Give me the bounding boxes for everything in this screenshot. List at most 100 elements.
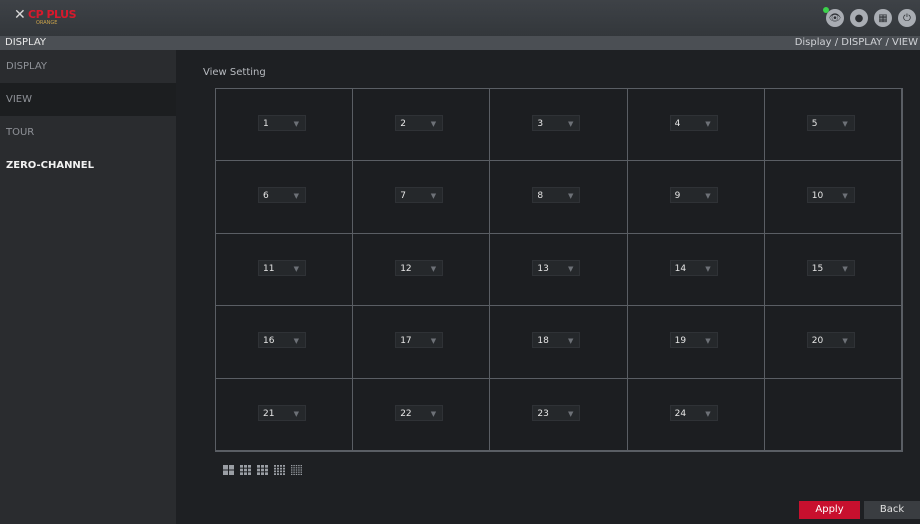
layout-selector — [223, 465, 302, 475]
channel-select[interactable]: 6 ▼ — [258, 187, 306, 204]
view-cell: 13 ▼ — [489, 232, 628, 307]
view-cell: 7 ▼ — [352, 160, 491, 234]
channel-select[interactable]: 22 ▼ — [395, 404, 444, 421]
channel-select-value: 12 — [400, 263, 412, 274]
chevron-down-icon: ▼ — [430, 409, 437, 418]
view-cell: 12 ▼ — [352, 232, 491, 307]
chevron-down-icon: ▼ — [293, 192, 299, 201]
channel-select-value: 14 — [674, 263, 687, 274]
channel-select[interactable]: 16 ▼ — [258, 332, 306, 349]
chevron-down-icon: ▼ — [568, 192, 574, 201]
channel-select[interactable]: 12 ▼ — [395, 259, 444, 276]
chevron-down-icon: ▼ — [293, 120, 299, 128]
status-dot-icon — [823, 7, 829, 13]
view-cell: 15 ▼ — [763, 232, 902, 307]
view-cell: 16 ▼ — [215, 305, 354, 379]
channel-select[interactable]: 20 ▼ — [806, 332, 855, 349]
channel-select-value: 15 — [811, 263, 824, 274]
channel-select-value: 1 — [263, 119, 269, 129]
layout-25-icon[interactable] — [291, 465, 302, 475]
view-cell: 4 ▼ — [626, 88, 765, 162]
channel-select[interactable]: 14 ▼ — [669, 259, 718, 276]
top-bar: ✕ CP PLUS ORANGE 👁 ● ▦ ⏻ — [0, 0, 920, 36]
section-label: View Setting — [203, 67, 266, 78]
channel-select[interactable]: 13 ▼ — [532, 259, 581, 276]
chevron-down-icon: ▼ — [705, 409, 711, 418]
channel-select-value: 4 — [674, 119, 681, 129]
chevron-down-icon: ▼ — [293, 337, 299, 346]
view-cell: 20 ▼ — [763, 305, 902, 379]
sidebar: DISPLAY VIEW TOUR ZERO-CHANNEL — [0, 50, 176, 524]
channel-select[interactable]: 8 ▼ — [532, 187, 581, 204]
channel-select[interactable]: 5 ▼ — [806, 115, 855, 131]
chevron-down-icon: ▼ — [842, 192, 848, 201]
channel-select[interactable]: 2 ▼ — [395, 115, 444, 131]
channel-select[interactable]: 7 ▼ — [395, 187, 444, 204]
channel-select[interactable]: 11 ▼ — [258, 259, 306, 276]
view-cell — [763, 377, 902, 451]
sidebar-item-view[interactable]: VIEW — [0, 83, 176, 116]
channel-select-value: 11 — [263, 263, 275, 274]
channel-select-value: 5 — [811, 119, 818, 129]
channel-select-value: 20 — [811, 336, 824, 347]
sidebar-item-zero-channel[interactable]: ZERO-CHANNEL — [0, 149, 176, 182]
view-cell: 10 ▼ — [763, 160, 902, 234]
page-title: DISPLAY — [5, 37, 47, 48]
chevron-down-icon: ▼ — [568, 264, 574, 273]
power-icon[interactable]: ⏻ — [898, 9, 916, 27]
channel-select[interactable]: 4 ▼ — [669, 115, 718, 131]
channel-select[interactable]: 3 ▼ — [532, 115, 581, 131]
channel-select[interactable]: 15 ▼ — [806, 259, 855, 276]
channel-select-value: 22 — [400, 408, 412, 419]
channel-select-value: 19 — [674, 336, 687, 347]
chevron-down-icon: ▼ — [430, 264, 437, 273]
chevron-down-icon: ▼ — [705, 192, 711, 201]
chevron-down-icon: ▼ — [430, 120, 437, 128]
chevron-down-icon: ▼ — [430, 192, 437, 201]
view-cell: 3 ▼ — [489, 88, 628, 162]
chevron-down-icon: ▼ — [842, 264, 848, 273]
cp-plus-logo: ✕ CP PLUS ORANGE — [10, 7, 90, 29]
live-view-icon[interactable]: 👁 — [823, 7, 844, 27]
chevron-down-icon: ▼ — [842, 120, 848, 128]
chevron-down-icon: ▼ — [293, 409, 299, 418]
chevron-down-icon: ▼ — [430, 337, 437, 346]
channel-select[interactable]: 17 ▼ — [395, 332, 444, 349]
layout-9-icon[interactable] — [257, 465, 268, 475]
channel-select[interactable]: 24 ▼ — [669, 404, 718, 421]
channel-select-value: 16 — [263, 336, 275, 347]
channel-select[interactable]: 21 ▼ — [258, 404, 306, 421]
main-panel: View Setting 1 ▼ 2 ▼ 3 ▼ 4 ▼ 5 ▼ 6 ▼ 7 ▼ 8 ▼ 9 ▼ 10 ▼ 11 ▼ 12 ▼… — [176, 50, 920, 524]
user-icon[interactable]: ● — [850, 9, 868, 27]
layout-8-icon[interactable] — [240, 465, 251, 475]
channel-select[interactable]: 9 ▼ — [669, 187, 718, 204]
chevron-down-icon: ▼ — [293, 264, 299, 273]
sidebar-item-tour[interactable]: TOUR — [0, 116, 176, 149]
channel-select-value: 21 — [263, 408, 275, 419]
channel-select[interactable]: 10 ▼ — [806, 187, 855, 204]
apply-button[interactable]: Apply — [799, 501, 860, 519]
chevron-down-icon: ▼ — [568, 409, 574, 418]
back-button[interactable]: Back — [864, 501, 920, 519]
view-cell: 23 ▼ — [489, 377, 628, 451]
layout-4-icon[interactable] — [223, 465, 234, 475]
chevron-down-icon: ▼ — [568, 337, 574, 346]
channel-select-value: 13 — [537, 263, 549, 274]
channel-select-value: 3 — [537, 119, 544, 129]
logo-sub: ORANGE — [36, 20, 58, 26]
channel-select-value: 17 — [400, 336, 412, 347]
channel-select-value: 23 — [537, 408, 549, 419]
channel-select[interactable]: 18 ▼ — [532, 332, 581, 349]
channel-select-value: 2 — [400, 119, 406, 129]
view-cell: 5 ▼ — [763, 88, 902, 162]
chevron-down-icon: ▼ — [842, 337, 848, 346]
view-cell: 11 ▼ — [215, 232, 354, 307]
menu-icon[interactable]: ▦ — [874, 9, 892, 27]
top-icons: 👁 ● ▦ ⏻ — [823, 7, 916, 29]
sidebar-item-display[interactable]: DISPLAY — [0, 50, 176, 83]
layout-16-icon[interactable] — [274, 465, 285, 475]
channel-select[interactable]: 19 ▼ — [669, 332, 718, 349]
channel-select[interactable]: 23 ▼ — [532, 404, 581, 421]
view-grid: 1 ▼ 2 ▼ 3 ▼ 4 ▼ 5 ▼ 6 ▼ 7 ▼ 8 ▼ 9 ▼ 10 ▼ 11 ▼ 12 ▼ 13 ▼ 14 ▼ 15 ▼ 16 ▼ 1… — [215, 88, 903, 452]
channel-select[interactable]: 1 ▼ — [258, 115, 306, 131]
